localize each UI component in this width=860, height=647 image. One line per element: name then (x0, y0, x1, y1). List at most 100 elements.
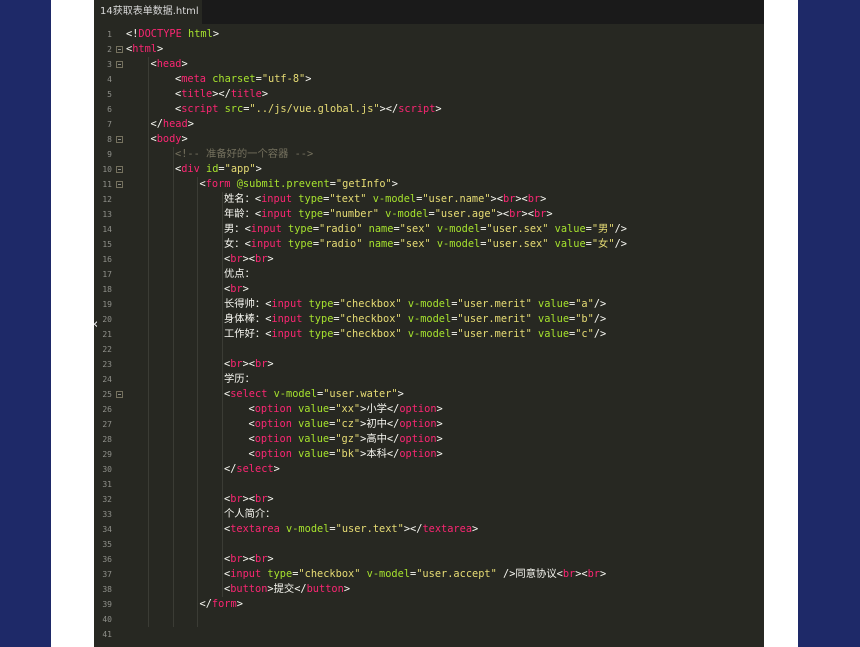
fold-toggle-icon[interactable] (116, 136, 123, 143)
indent-guide (197, 177, 198, 627)
code-line[interactable]: 17 优点： (94, 267, 764, 282)
code-line[interactable]: 32 <br><br> (94, 492, 764, 507)
fold-toggle-icon[interactable] (116, 181, 123, 188)
code-line[interactable]: 13 年龄：<input type="number" v-model="user.… (94, 207, 764, 222)
code-token: 姓名： (224, 193, 255, 205)
code-text: <meta charset="utf-8"> (175, 72, 311, 87)
collapse-arrow-icon[interactable]: ‹ (93, 318, 98, 331)
code-token: "b" (575, 313, 594, 325)
code-line[interactable]: 26 <option value="xx">小学</option> (94, 402, 764, 417)
code-line[interactable]: 30 </select> (94, 462, 764, 477)
code-token: <!-- 准备好的一个容器 --> (175, 148, 314, 160)
code-line[interactable]: 27 <option value="cz">初中</option> (94, 417, 764, 432)
code-token: > (472, 523, 479, 535)
code-line[interactable]: 14 男：<input type="radio" name="sex" v-mod… (94, 222, 764, 237)
code-line[interactable]: 4 <meta charset="utf-8"> (94, 72, 764, 87)
code-text: 身体棒：<input type="checkbox" v-model="user… (224, 312, 606, 327)
code-token: > (267, 493, 274, 505)
code-line[interactable]: 38 <button>提交</button> (94, 582, 764, 597)
code-line[interactable]: 16 <br><br> (94, 252, 764, 267)
code-token: option (399, 433, 437, 445)
code-token: "a" (575, 298, 594, 310)
code-token: > (436, 448, 443, 460)
code-area[interactable]: 1 <!DOCTYPE html> 2 <html> 3 <head> 4 <meta cha… (94, 27, 764, 642)
code-line[interactable]: 25 <select v-model="user.water"> (94, 387, 764, 402)
code-line[interactable]: 22 (94, 342, 764, 357)
code-token: "sex" (399, 238, 431, 250)
code-text: 女：<input type="radio" name="sex" v-model… (224, 237, 627, 252)
code-line[interactable]: 12 姓名：<input type="text" v-model="user.na… (94, 192, 764, 207)
fold-toggle-icon[interactable] (116, 391, 123, 398)
fold-toggle-icon[interactable] (116, 46, 123, 53)
code-line[interactable]: 19 长得帅：<input type="checkbox" v-model="us… (94, 297, 764, 312)
code-token: "radio" (319, 238, 363, 250)
code-token: >小学</ (360, 403, 400, 415)
code-line[interactable]: 24 学历： (94, 372, 764, 387)
code-token: value (554, 238, 586, 250)
code-token: v-model (372, 193, 417, 205)
code-token: >< (242, 358, 256, 370)
fold-toggle-icon[interactable] (116, 166, 123, 173)
line-number: 17 (102, 270, 112, 279)
code-line[interactable]: 7 </head> (94, 117, 764, 132)
code-line[interactable]: 23 <br><br> (94, 357, 764, 372)
code-token: br (255, 358, 268, 370)
code-token: >< (515, 193, 528, 205)
code-token: input (261, 193, 293, 205)
code-token: </ (224, 463, 237, 475)
file-tab[interactable]: 14获取表单数据.html (94, 0, 202, 24)
code-line[interactable]: 21 工作好：<input type="checkbox" v-model="us… (94, 327, 764, 342)
code-token: br (230, 283, 243, 295)
code-editor[interactable]: 14获取表单数据.html 1 <!DOCTYPE html> 2 <html> 3 <h… (94, 0, 764, 647)
code-line[interactable]: 3 <head> (94, 57, 764, 72)
code-token: br (255, 253, 268, 265)
code-line[interactable]: 1 <!DOCTYPE html> (94, 27, 764, 42)
code-text: 学历： (224, 372, 255, 387)
code-token: v-model (407, 298, 452, 310)
code-line[interactable]: 40 (94, 612, 764, 627)
code-token: "user.water" (323, 388, 398, 400)
line-number: 15 (102, 240, 112, 249)
code-line[interactable]: 33 个人简介： (94, 507, 764, 522)
code-token: @submit.prevent (236, 178, 330, 190)
code-token: title (230, 88, 262, 100)
code-line[interactable]: 2 <html> (94, 42, 764, 57)
code-line[interactable]: 18 <br> (94, 282, 764, 297)
code-line[interactable]: 35 (94, 537, 764, 552)
code-token: name (368, 223, 394, 235)
code-token: button (306, 583, 344, 595)
fold-toggle-icon[interactable] (116, 61, 123, 68)
code-line[interactable]: 9 <!-- 准备好的一个容器 --> (94, 147, 764, 162)
code-line[interactable]: 31 (94, 477, 764, 492)
code-line[interactable]: 28 <option value="gz">高中</option> (94, 432, 764, 447)
line-number: 13 (102, 210, 112, 219)
code-token: value (538, 298, 570, 310)
code-token: br (230, 358, 243, 370)
code-line[interactable]: 29 <option value="bk">本科</option> (94, 447, 764, 462)
code-token: "radio" (319, 223, 363, 235)
code-line[interactable]: 39 </form> (94, 597, 764, 612)
code-line[interactable]: 11 <form @submit.prevent="getInfo"> (94, 177, 764, 192)
code-line[interactable]: 36 <br><br> (94, 552, 764, 567)
line-number: 39 (102, 600, 112, 609)
code-token: 工作好： (224, 328, 266, 340)
code-line[interactable]: 37 <input type="checkbox" v-model="user.a… (94, 567, 764, 582)
code-line[interactable]: 8 <body> (94, 132, 764, 147)
code-line[interactable]: 10 <div id="app"> (94, 162, 764, 177)
code-line[interactable]: 34 <textarea v-model="user.text"></textar… (94, 522, 764, 537)
code-line[interactable]: 5 <title></title> (94, 87, 764, 102)
line-number: 35 (102, 540, 112, 549)
code-line[interactable]: 20 身体棒：<input type="checkbox" v-model="us… (94, 312, 764, 327)
code-token: "user.merit" (457, 328, 532, 340)
code-token: >< (575, 568, 588, 580)
code-line[interactable]: 41 (94, 627, 764, 642)
code-token: > (212, 28, 220, 40)
code-token: type (288, 223, 313, 235)
line-number: 29 (102, 450, 112, 459)
line-number: 38 (102, 585, 112, 594)
code-text: <option value="gz">高中</option> (249, 432, 443, 447)
code-line[interactable]: 15 女：<input type="radio" name="sex" v-mod… (94, 237, 764, 252)
code-token: "user.accept" (416, 568, 497, 580)
code-token: charset (212, 73, 256, 85)
code-line[interactable]: 6 <script src="../js/vue.global.js"></scr… (94, 102, 764, 117)
